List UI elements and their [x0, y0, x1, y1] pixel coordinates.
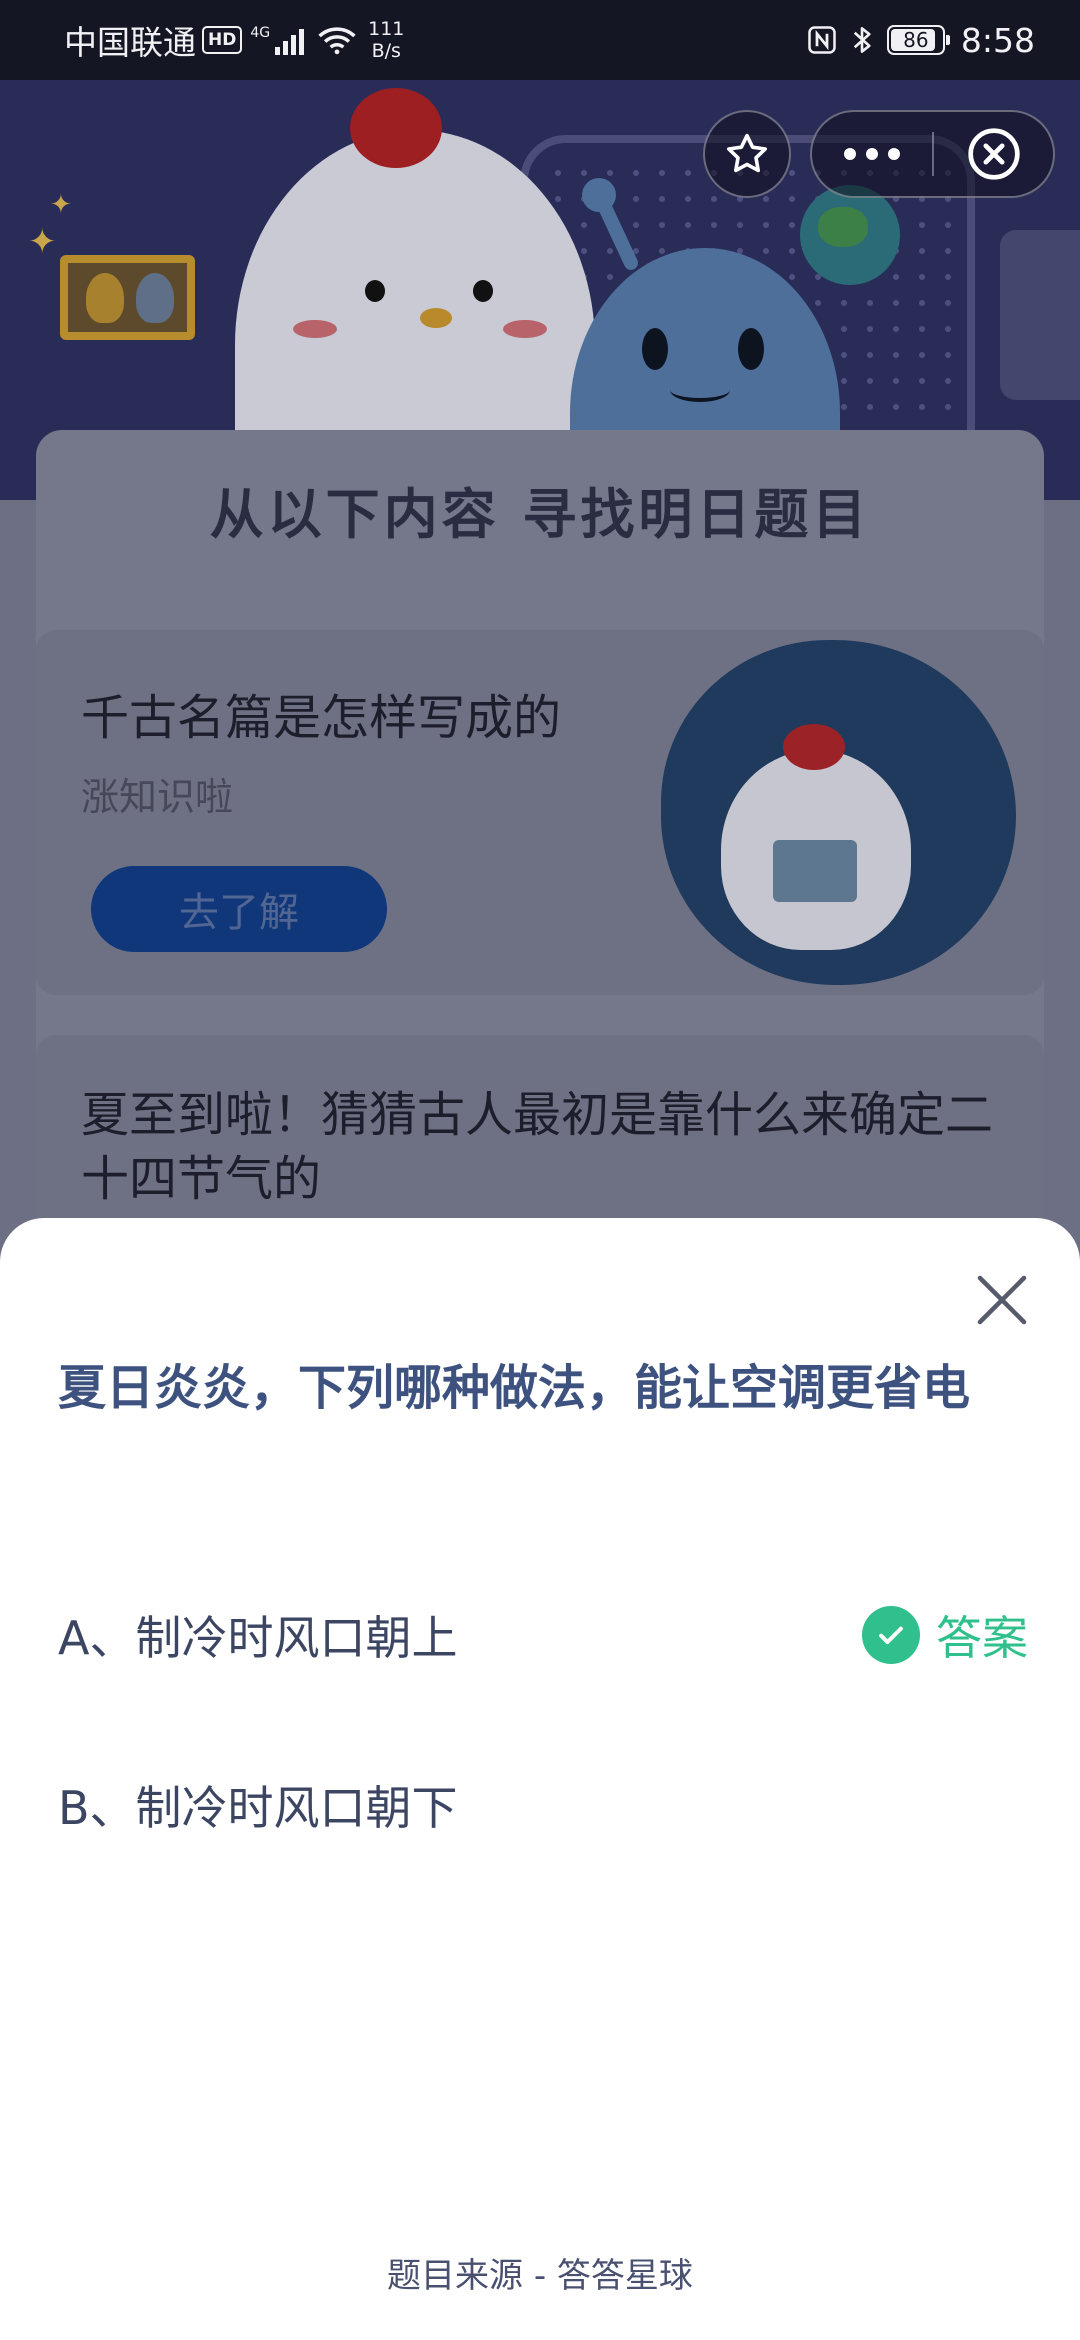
more-button[interactable]: [812, 112, 932, 196]
sparkle-icon: ✦: [50, 190, 72, 220]
nfc-icon: [808, 26, 836, 54]
question-text: 夏日炎炎，下列哪种做法，能让空调更省电: [58, 1360, 971, 1416]
network-type: 4G: [250, 25, 271, 41]
network-speed: 111 B/s: [368, 18, 404, 62]
planet-icon: [800, 185, 900, 285]
question-sheet: 夏日炎炎，下列哪种做法，能让空调更省电 A、制冷时风口朝上 答案 B、制冷时风口…: [0, 1218, 1080, 2340]
status-bar: 中国联通 HD 4G 111 B/s 86 8:58: [0, 0, 1080, 80]
option-label: B、制冷时风口朝下: [58, 1781, 458, 1835]
option-a[interactable]: A、制冷时风口朝上 答案: [58, 1600, 1028, 1670]
dot-icon: [888, 148, 900, 160]
dot-icon: [844, 148, 856, 160]
battery-icon: 86: [886, 25, 950, 55]
option-label: A、制冷时风口朝上: [58, 1611, 458, 1665]
article-card[interactable]: 千古名篇是怎样写成的 涨知识啦 去了解: [36, 630, 1044, 995]
silver-medal-icon: [136, 273, 174, 323]
star-icon: [727, 133, 767, 173]
gold-medal-icon: [86, 273, 124, 323]
sparkle-icon: ✦: [28, 222, 57, 262]
close-icon: [977, 1275, 1027, 1325]
option-b[interactable]: B、制冷时风口朝下: [58, 1770, 1028, 1840]
battery-level: 86: [903, 28, 929, 52]
banner-title: 从以下内容 寻找明日题目: [209, 483, 871, 546]
signal-icon: 4G: [250, 25, 305, 55]
bluetooth-icon: [853, 27, 871, 53]
clock: 8:58: [960, 20, 1035, 60]
medal-frame: [60, 255, 195, 340]
status-right: 86 8:58: [807, 21, 1035, 60]
capsule-menu: [810, 110, 1055, 198]
reading-chicken-illustration: [661, 640, 1016, 985]
answer-badge: 答案: [862, 1602, 1028, 1668]
close-circle-icon: [967, 128, 1020, 180]
article-title: 夏至到啦！猜猜古人最初是靠什么来确定二十四节气的: [81, 1087, 994, 1207]
article-subtitle: 涨知识啦: [81, 775, 234, 819]
learn-more-button[interactable]: 去了解: [91, 866, 387, 952]
dot-icon: [866, 148, 878, 160]
check-icon: [862, 1606, 920, 1664]
close-button[interactable]: [972, 1270, 1032, 1330]
wifi-icon: [318, 27, 356, 55]
answer-label: 答案: [936, 1611, 1028, 1665]
carrier-name: 中国联通: [64, 23, 196, 62]
article-title: 千古名篇是怎样写成的: [81, 690, 562, 746]
hd-badge: HD: [202, 26, 243, 54]
favorite-button[interactable]: [703, 110, 791, 198]
speed-unit: B/s: [371, 40, 401, 62]
speed-value: 111: [368, 18, 405, 40]
exit-button[interactable]: [934, 112, 1053, 196]
side-panel: [1000, 230, 1080, 400]
source-footer: 题目来源 - 答答星球: [387, 2256, 693, 2296]
